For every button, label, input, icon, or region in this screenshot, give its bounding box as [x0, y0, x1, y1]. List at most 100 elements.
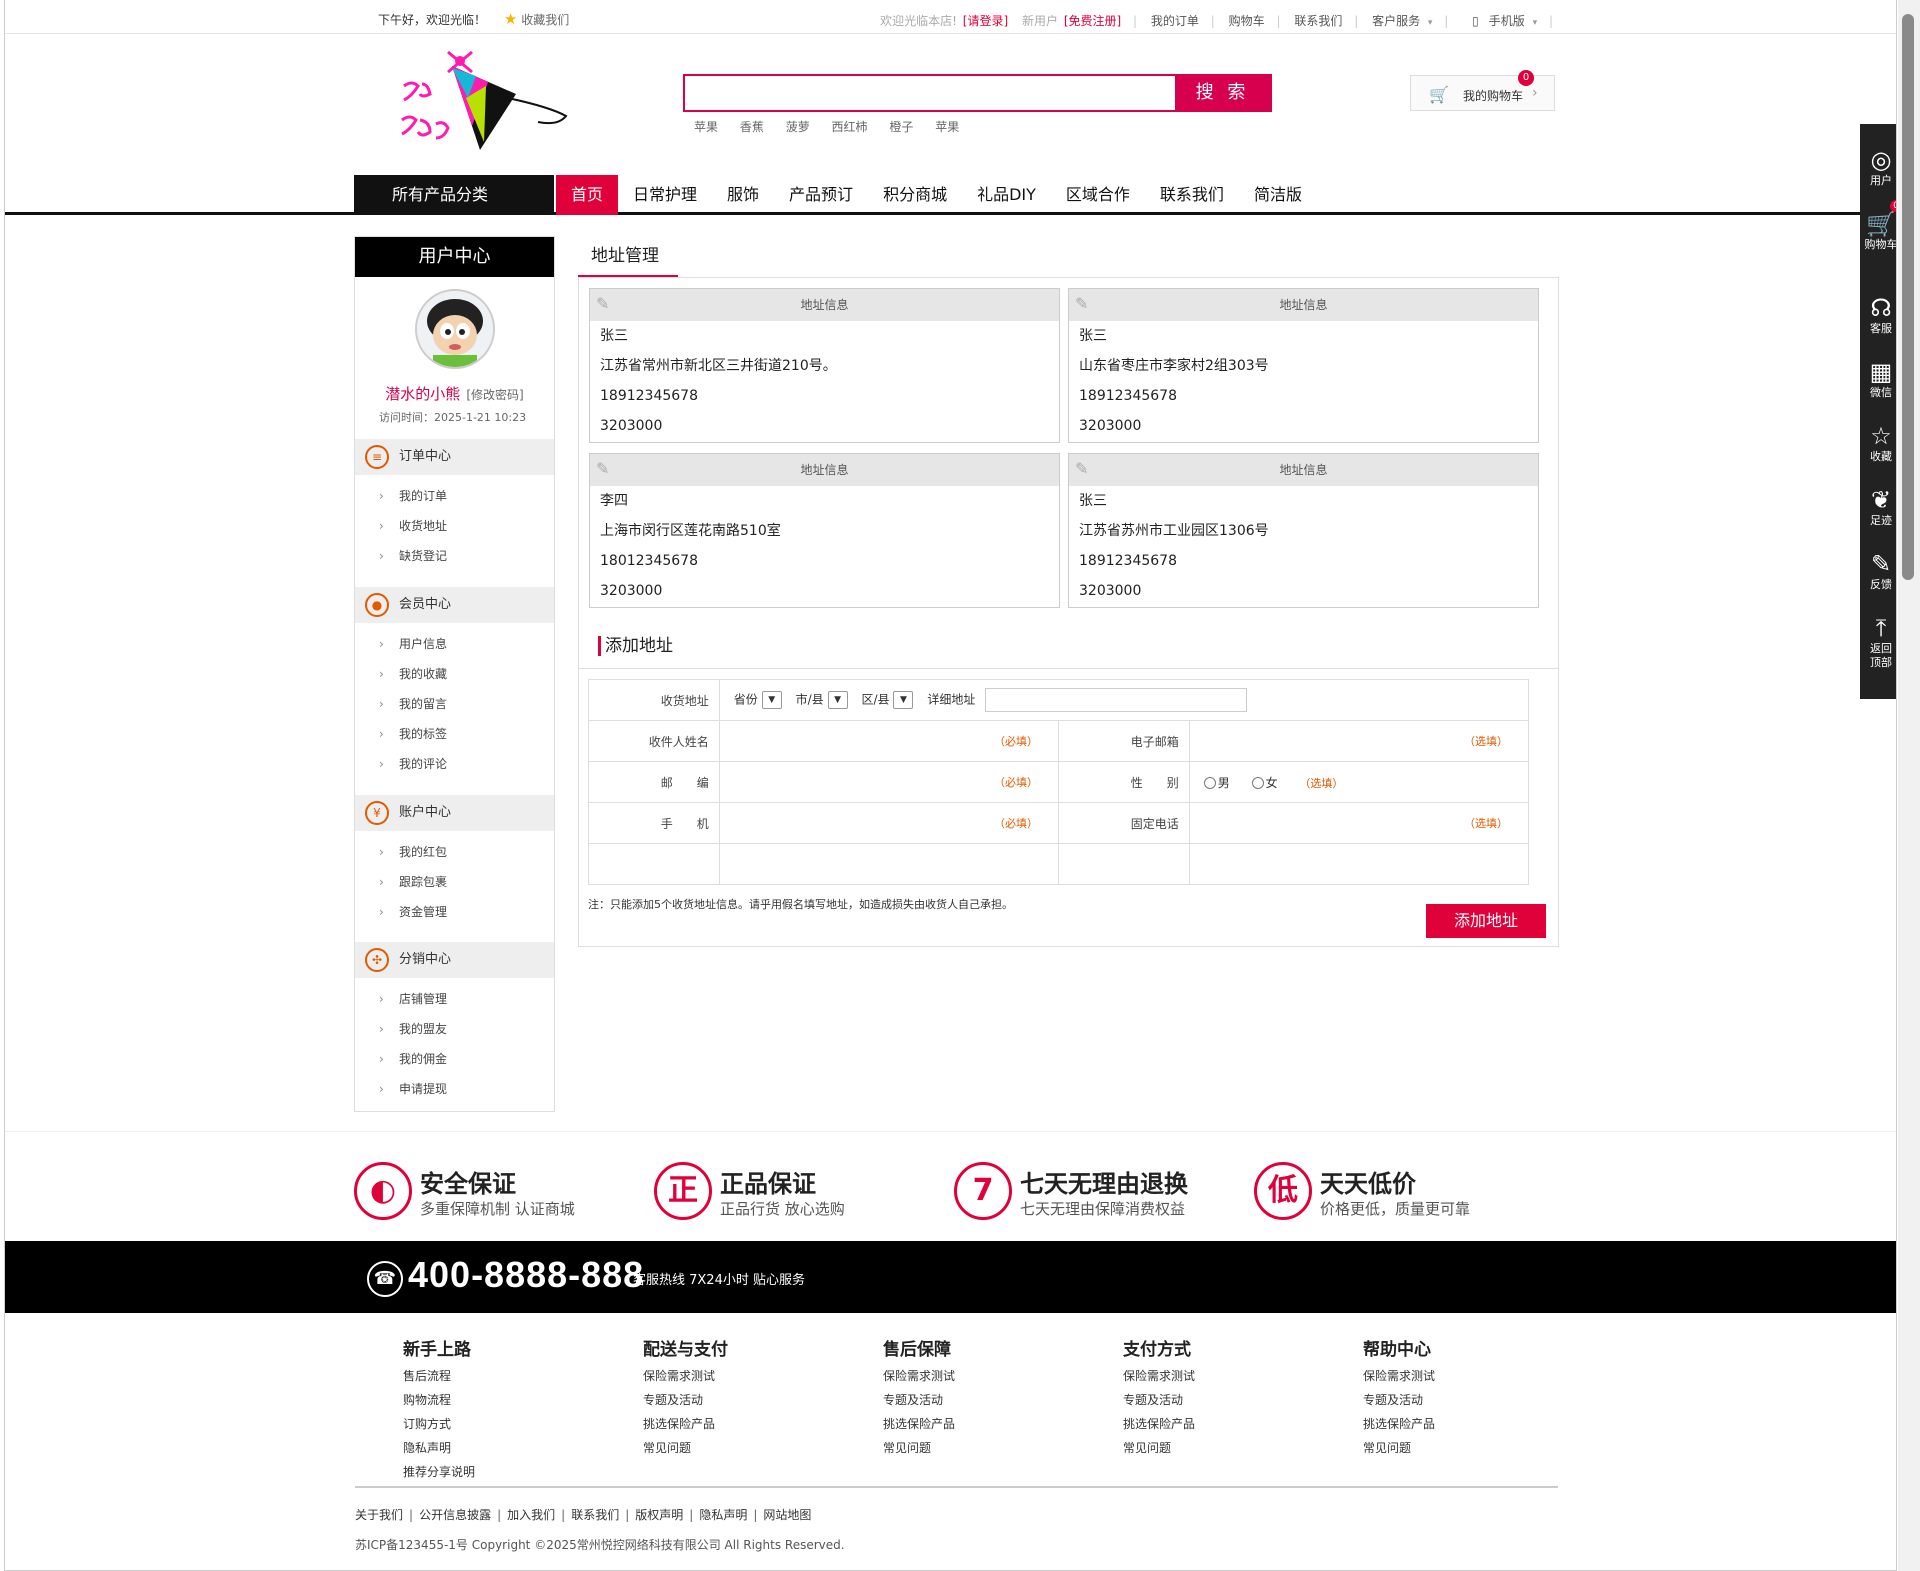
dock-favorite[interactable]: ☆ 收藏	[1860, 422, 1896, 464]
gender-female-radio[interactable]	[1251, 777, 1264, 789]
search-input[interactable]	[685, 76, 1175, 110]
contact-link[interactable]: 联系我们	[1294, 14, 1342, 28]
nav-item-regional[interactable]: 区域合作	[1051, 175, 1145, 215]
edit-icon[interactable]: ✎	[596, 295, 609, 313]
footer-link[interactable]: 售后流程	[403, 1364, 475, 1388]
footer-link[interactable]: 隐私声明	[403, 1436, 475, 1460]
user-sidebar: 用户中心 潜水的小熊 [修改密码] 访问时间：2025-1-21 10:23 ≡ 订…	[354, 236, 555, 1112]
dock-service[interactable]: ☊ 客服	[1860, 294, 1896, 336]
header-cart-button[interactable]: 🛒 我的购物车 › 0	[1410, 70, 1555, 111]
footer-link[interactable]: 挑选保险产品	[1123, 1412, 1195, 1436]
site-logo[interactable]	[388, 46, 568, 156]
my-orders-link[interactable]: 我的订单	[1151, 14, 1199, 28]
scrollbar[interactable]	[1898, 0, 1920, 1571]
footer-link-contact[interactable]: 联系我们	[571, 1508, 635, 1522]
email-input[interactable]: （选填）	[1188, 720, 1530, 762]
edit-icon[interactable]: ✎	[1075, 295, 1088, 313]
scrollbar-thumb[interactable]	[1902, 14, 1914, 580]
login-link[interactable]: [请登录]	[963, 14, 1008, 28]
footer-link-disclosure[interactable]: 公开信息披露	[419, 1508, 507, 1522]
nav-item-apparel[interactable]: 服饰	[712, 175, 774, 215]
dock-feedback[interactable]: ✎ 反馈	[1860, 550, 1896, 592]
nav-item-preorder[interactable]: 产品预订	[774, 175, 868, 215]
sidebar-item-withdraw[interactable]: 申请提现	[355, 1074, 554, 1104]
search-button[interactable]: 搜 索	[1175, 76, 1270, 110]
footer-link-sitemap[interactable]: 网站地图	[763, 1508, 823, 1522]
receiver-input[interactable]: （必填）	[718, 720, 1059, 762]
register-link[interactable]: [免费注册]	[1064, 14, 1121, 28]
detail-address-input[interactable]	[985, 688, 1248, 712]
cart-link[interactable]: 购物车	[1229, 14, 1265, 28]
footer-link-copyright[interactable]: 版权声明	[635, 1508, 699, 1522]
nav-item-daily-care[interactable]: 日常护理	[618, 175, 712, 215]
dock-wechat[interactable]: ▦ 微信	[1860, 358, 1896, 400]
footer-link[interactable]: 常见问题	[883, 1436, 955, 1460]
sidebar-item-store-management[interactable]: 店铺管理	[355, 984, 554, 1014]
footer-link[interactable]: 专题及活动	[883, 1388, 955, 1412]
all-categories-button[interactable]: 所有产品分类	[354, 175, 554, 215]
footer-link[interactable]: 保险需求测试	[1123, 1364, 1195, 1388]
footer-link[interactable]: 专题及活动	[1123, 1388, 1195, 1412]
hot-word-link[interactable]: 香蕉	[740, 120, 764, 134]
sidebar-item-track-package[interactable]: 跟踪包裹	[355, 867, 554, 897]
sidebar-item-my-orders[interactable]: 我的订单	[355, 481, 554, 511]
hot-word-link[interactable]: 西红柿	[832, 120, 868, 134]
dock-cart[interactable]: 🛒 购物车	[1860, 210, 1897, 252]
mobile-link[interactable]: ▯ 手机版	[1462, 14, 1525, 28]
footer-link[interactable]: 保险需求测试	[883, 1364, 955, 1388]
sidebar-item-funds[interactable]: 资金管理	[355, 897, 554, 927]
footer-link[interactable]: 挑选保险产品	[883, 1412, 955, 1436]
sidebar-item-allies[interactable]: 我的盟友	[355, 1014, 554, 1044]
hot-word-link[interactable]: 橙子	[889, 120, 913, 134]
dock-footprint[interactable]: ❦ 足迹	[1860, 486, 1896, 528]
sidebar-item-out-of-stock[interactable]: 缺货登记	[355, 541, 554, 571]
nav-item-home[interactable]: 首页	[556, 175, 619, 215]
nav-item-contact[interactable]: 联系我们	[1145, 175, 1239, 215]
footer-link[interactable]: 常见问题	[1123, 1436, 1195, 1460]
footer-link[interactable]: 专题及活动	[643, 1388, 728, 1412]
sidebar-item-messages[interactable]: 我的留言	[355, 689, 554, 719]
sidebar-item-user-info[interactable]: 用户信息	[355, 629, 554, 659]
mobile-input[interactable]: （必填）	[718, 802, 1059, 844]
sidebar-item-red-packets[interactable]: 我的红包	[355, 837, 554, 867]
footer-link[interactable]: 挑选保险产品	[643, 1412, 728, 1436]
footer-link[interactable]: 挑选保险产品	[1363, 1412, 1435, 1436]
change-password-link[interactable]: [修改密码]	[466, 388, 523, 402]
footer-link[interactable]: 常见问题	[643, 1436, 728, 1460]
sidebar-item-tags[interactable]: 我的标签	[355, 719, 554, 749]
province-select[interactable]: ▼	[761, 691, 782, 709]
nav-item-simple[interactable]: 简洁版	[1239, 175, 1317, 215]
footer-link[interactable]: 订购方式	[403, 1412, 475, 1436]
tel-input[interactable]: （选填）	[1188, 802, 1530, 844]
footer-link[interactable]: 保险需求测试	[643, 1364, 728, 1388]
hot-word-link[interactable]: 苹果	[694, 120, 718, 134]
service-link[interactable]: 客户服务	[1372, 14, 1420, 28]
nav-item-gift-diy[interactable]: 礼品DIY	[962, 175, 1051, 215]
footer-link[interactable]: 专题及活动	[1363, 1388, 1435, 1412]
nav-item-points-mall[interactable]: 积分商城	[868, 175, 962, 215]
edit-icon[interactable]: ✎	[1075, 460, 1088, 478]
sidebar-item-favorites[interactable]: 我的收藏	[355, 659, 554, 689]
dock-back-to-top[interactable]: ⤒ 返回顶部	[1860, 614, 1896, 670]
favorite-link[interactable]: ★ 收藏我们	[504, 10, 583, 28]
footer-link-about[interactable]: 关于我们	[355, 1508, 419, 1522]
footer-link[interactable]: 保险需求测试	[1363, 1364, 1435, 1388]
district-select[interactable]: ▼	[893, 691, 914, 709]
dock-user[interactable]: ◎ 用户	[1860, 146, 1896, 188]
hot-word-link[interactable]: 苹果	[935, 120, 959, 134]
sidebar-item-comments[interactable]: 我的评论	[355, 749, 554, 779]
add-address-button[interactable]: 添加地址	[1426, 904, 1546, 938]
footer-link-privacy[interactable]: 隐私声明	[699, 1508, 763, 1522]
sidebar-item-shipping-address[interactable]: 收货地址	[355, 511, 554, 541]
footer-link[interactable]: 推荐分享说明	[403, 1460, 475, 1484]
edit-icon[interactable]: ✎	[596, 460, 609, 478]
hot-word-link[interactable]: 菠萝	[786, 120, 810, 134]
avatar[interactable]	[415, 289, 495, 369]
gender-male-radio[interactable]	[1203, 777, 1216, 789]
sidebar-item-commission[interactable]: 我的佣金	[355, 1044, 554, 1074]
footer-link[interactable]: 购物流程	[403, 1388, 475, 1412]
footer-link-join[interactable]: 加入我们	[507, 1508, 571, 1522]
zip-input[interactable]: （必填）	[718, 761, 1059, 803]
city-select[interactable]: ▼	[827, 691, 848, 709]
footer-link[interactable]: 常见问题	[1363, 1436, 1435, 1460]
